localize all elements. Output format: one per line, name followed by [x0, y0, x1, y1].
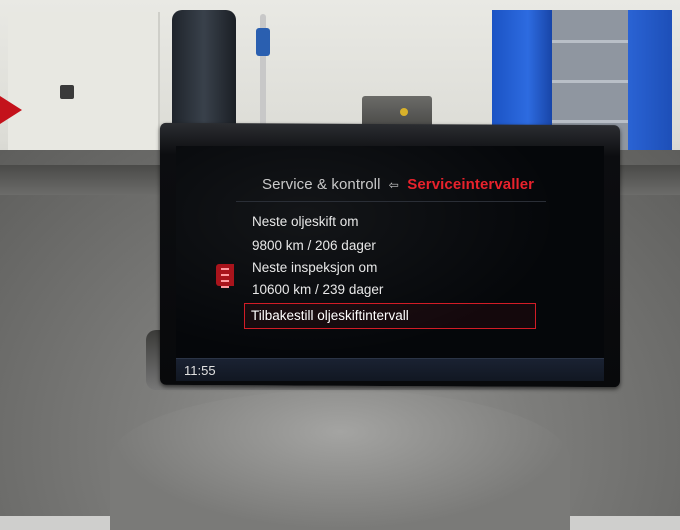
clock: 11:55 — [184, 363, 216, 378]
oil-change-label: Neste oljeskift om — [252, 214, 359, 229]
red-marker — [0, 96, 22, 124]
inspection-label: Neste inspeksjon om — [252, 260, 378, 275]
wall-socket — [60, 85, 74, 99]
infotainment-screen: Service & kontroll ⇦ Serviceintervaller … — [176, 146, 604, 381]
shelf-board — [552, 120, 632, 123]
reset-oil-interval-button[interactable]: Tilbakestill oljeskiftintervall — [244, 303, 536, 329]
inspection-value: 10600 km / 239 dager — [252, 282, 384, 297]
wall-cabinet — [8, 12, 160, 160]
breadcrumb-parent[interactable]: Service & kontroll — [262, 176, 381, 193]
shelf-board — [552, 40, 632, 43]
return-arrow-icon: ⇦ — [388, 178, 399, 192]
header-divider — [236, 201, 546, 202]
hanging-jacket — [172, 10, 236, 130]
machine-button — [400, 108, 408, 116]
scroll-indicator-icon[interactable] — [216, 264, 234, 288]
reset-oil-interval-label: Tilbakestill oljeskiftintervall — [251, 308, 409, 323]
shelf-board — [552, 80, 632, 83]
dashboard-bulge — [110, 390, 570, 530]
oil-change-value: 9800 km / 206 dager — [252, 238, 376, 253]
cable-plug — [256, 28, 270, 56]
status-bar: 11:55 — [176, 358, 604, 381]
breadcrumb-current: Serviceintervaller — [407, 176, 535, 193]
breadcrumb: Service & kontroll ⇦ Serviceintervaller — [262, 176, 534, 193]
